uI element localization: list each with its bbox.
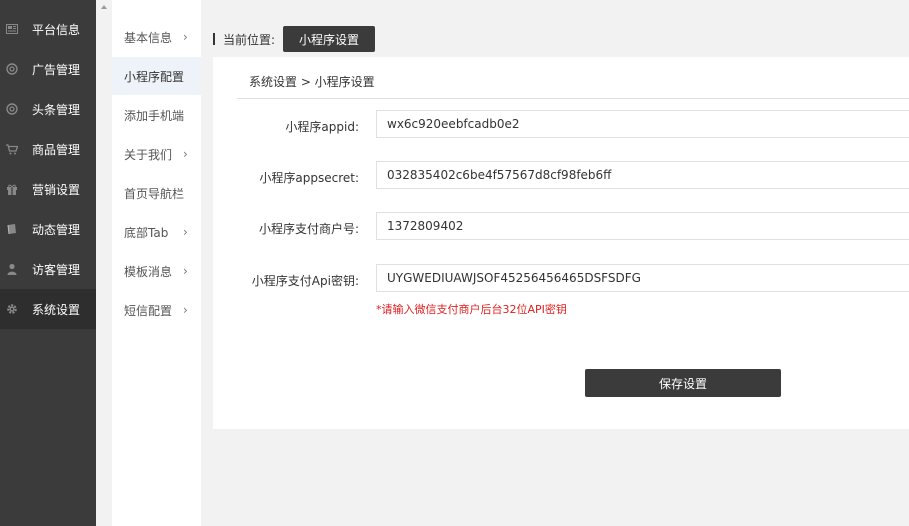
- breadcrumb-prefix: 当前位置:: [223, 32, 276, 47]
- sidebar-item-label: 系统设置: [32, 302, 81, 317]
- submenu-item-label: 模板消息: [124, 264, 173, 279]
- sidebar-item-label: 平台信息: [32, 22, 81, 37]
- globe-icon: [6, 103, 18, 115]
- mchid-field[interactable]: 1372809402: [376, 212, 909, 240]
- apikey-hint: *请输入微信支付商户后台32位API密钥: [376, 303, 567, 316]
- submenu-scrollbar[interactable]: [96, 0, 112, 526]
- sidebar-item-products[interactable]: 商品管理: [0, 129, 96, 169]
- sidebar-item-label: 营销设置: [32, 182, 81, 197]
- sidebar-item-label: 访客管理: [32, 262, 81, 277]
- submenu-item-label: 首页导航栏: [124, 186, 185, 201]
- sidebar-item-label: 商品管理: [32, 142, 81, 157]
- sidebar-item-visitors[interactable]: 访客管理: [0, 249, 96, 289]
- apikey-field[interactable]: UYGWEDIUAWJSOF45256456465DSFSDFG: [376, 264, 909, 292]
- appsecret-label: 小程序appsecret:: [259, 171, 359, 185]
- breadcrumb-marker: [213, 33, 215, 45]
- submenu-item-label: 关于我们: [124, 147, 173, 162]
- submenu-item-basic-info[interactable]: 基本信息 ›: [112, 18, 201, 56]
- user-icon: [6, 263, 18, 275]
- submenu-panel: 基本信息 › 小程序配置 添加手机端 关于我们 › 首页导航栏 底部Tab › …: [112, 0, 201, 526]
- breadcrumb-current-tab[interactable]: 小程序设置: [283, 26, 376, 52]
- main-content: 当前位置: 小程序设置 系统设置 > 小程序设置 小程序appid: wx6c9…: [201, 0, 909, 526]
- appid-field[interactable]: wx6c920eebfcadb0e2: [376, 110, 909, 138]
- cart-icon: [6, 143, 18, 155]
- main-sidebar: 平台信息 广告管理 头条管理 商品管理 营销设置 动态管理 访客管理 系统设置: [0, 0, 96, 526]
- submenu-item-sms-config[interactable]: 短信配置 ›: [112, 291, 201, 329]
- submenu-item-label: 小程序配置: [124, 69, 185, 84]
- apikey-label: 小程序支付Api密钥:: [251, 274, 359, 288]
- sidebar-item-headlines[interactable]: 头条管理: [0, 89, 96, 129]
- sidebar-item-ads[interactable]: 广告管理: [0, 49, 96, 89]
- sidebar-item-platform-info[interactable]: 平台信息: [0, 9, 96, 49]
- submenu-item-label: 基本信息: [124, 30, 173, 45]
- submenu-item-label: 底部Tab: [124, 225, 169, 240]
- submenu-item-add-mobile[interactable]: 添加手机端: [112, 96, 201, 134]
- chevron-right-icon: ›: [183, 147, 188, 161]
- chevron-right-icon: ›: [183, 303, 188, 317]
- submenu-item-home-nav[interactable]: 首页导航栏: [112, 174, 201, 212]
- appsecret-field[interactable]: 032835402c6be4f57567d8cf98feb6ff: [376, 161, 909, 189]
- chevron-right-icon: ›: [183, 30, 188, 44]
- sidebar-item-dynamics[interactable]: 动态管理: [0, 209, 96, 249]
- sidebar-item-system-settings[interactable]: 系统设置: [0, 289, 96, 329]
- scroll-up-icon[interactable]: [101, 5, 107, 9]
- panel-path: 系统设置 > 小程序设置: [249, 75, 375, 89]
- gift-icon: [6, 183, 18, 195]
- submenu-item-bottom-tab[interactable]: 底部Tab ›: [112, 213, 201, 251]
- divider: [237, 98, 909, 99]
- book-icon: [6, 223, 18, 235]
- sidebar-item-label: 头条管理: [32, 102, 81, 117]
- submenu-item-template-msg[interactable]: 模板消息 ›: [112, 252, 201, 290]
- sidebar-item-label: 广告管理: [32, 62, 81, 77]
- chevron-right-icon: ›: [183, 264, 188, 278]
- submenu-item-about-us[interactable]: 关于我们 ›: [112, 135, 201, 173]
- gear-icon: [6, 303, 18, 315]
- sidebar-item-label: 动态管理: [32, 222, 81, 237]
- submenu-item-label: 添加手机端: [124, 108, 185, 123]
- settings-panel: 系统设置 > 小程序设置 小程序appid: wx6c920eebfcadb0e…: [213, 57, 909, 429]
- globe-icon: [6, 63, 18, 75]
- chevron-right-icon: ›: [183, 225, 188, 239]
- appid-label: 小程序appid:: [285, 120, 359, 134]
- newspaper-icon: [6, 23, 18, 35]
- breadcrumb: 当前位置: 小程序设置: [213, 26, 376, 52]
- sidebar-item-marketing[interactable]: 营销设置: [0, 169, 96, 209]
- mchid-label: 小程序支付商户号:: [258, 222, 359, 236]
- submenu-item-miniprogram-config[interactable]: 小程序配置: [112, 57, 201, 95]
- save-button[interactable]: 保存设置: [585, 369, 781, 397]
- submenu-item-label: 短信配置: [124, 303, 173, 318]
- submenu: 基本信息 › 小程序配置 添加手机端 关于我们 › 首页导航栏 底部Tab › …: [96, 0, 201, 526]
